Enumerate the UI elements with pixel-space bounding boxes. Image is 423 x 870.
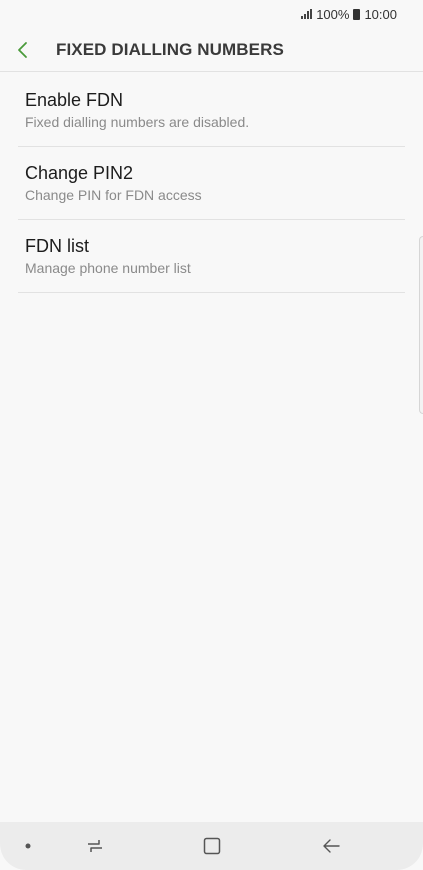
list-item-enable-fdn[interactable]: Enable FDN Fixed dialling numbers are di…	[18, 74, 405, 147]
list-item-subtitle: Manage phone number list	[25, 260, 191, 276]
battery-percent: 100%	[316, 6, 350, 22]
dot-icon	[25, 843, 31, 849]
back-arrow-icon	[323, 839, 340, 853]
recent-apps-icon	[88, 840, 102, 852]
battery-icon	[353, 8, 361, 20]
nav-dot-button[interactable]	[14, 822, 42, 870]
navigation-bar	[0, 822, 423, 870]
phone-screen: 100% 10:00 FIXED DIALLING NUMBERS Enable…	[0, 0, 423, 870]
status-bar: 100% 10:00	[0, 0, 423, 28]
list-item-title: Enable FDN	[25, 90, 124, 110]
back-nav-button[interactable]	[313, 822, 349, 870]
home-icon	[203, 837, 221, 855]
list-item-subtitle: Fixed dialling numbers are disabled.	[25, 114, 250, 130]
recent-apps-button[interactable]	[78, 822, 112, 870]
settings-list: Enable FDN Fixed dialling numbers are di…	[18, 74, 405, 293]
list-item-fdn-list[interactable]: FDN list Manage phone number list	[18, 220, 405, 293]
back-button[interactable]	[16, 28, 56, 72]
app-bar: FIXED DIALLING NUMBERS	[0, 28, 423, 72]
list-item-change-pin2[interactable]: Change PIN2 Change PIN for FDN access	[18, 147, 405, 220]
list-item-title: Change PIN2	[25, 163, 134, 183]
page-title: FIXED DIALLING NUMBERS	[56, 39, 284, 59]
list-item-subtitle: Change PIN for FDN access	[25, 187, 202, 203]
clock: 10:00	[364, 6, 397, 22]
edge-panel-handle[interactable]	[419, 236, 423, 414]
chevron-left-icon	[18, 41, 27, 58]
signal-icon	[301, 9, 313, 19]
list-item-title: FDN list	[25, 236, 89, 256]
home-button[interactable]	[195, 822, 229, 870]
